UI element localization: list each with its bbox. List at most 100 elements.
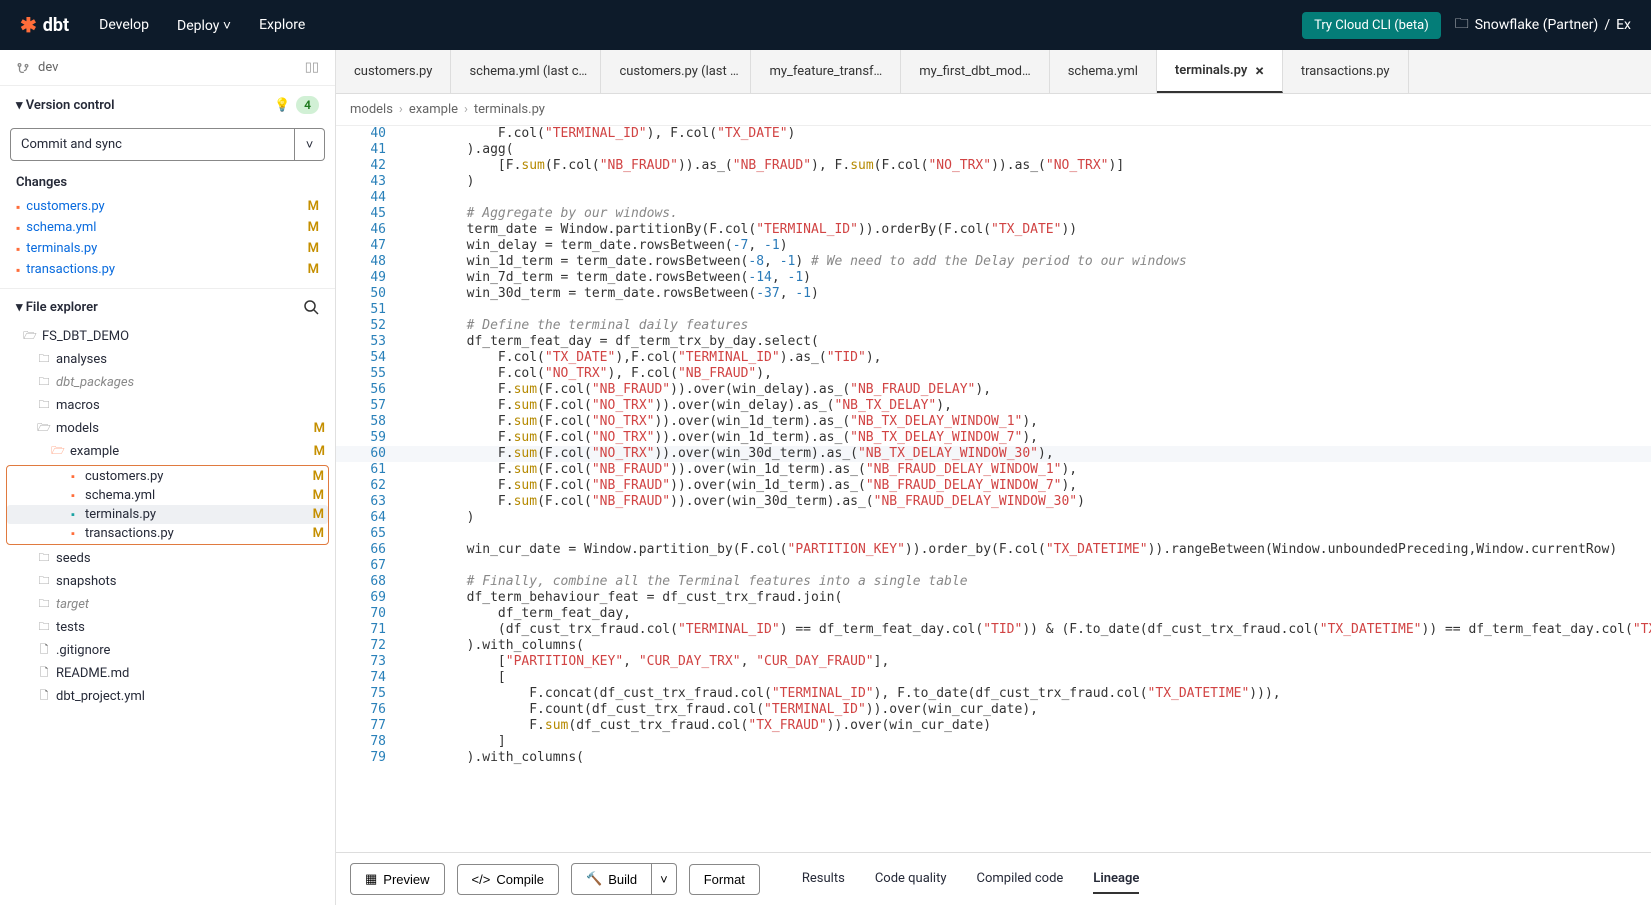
tree-folder-dbt-packages[interactable]: 🗀dbt_packages [6,371,329,394]
tree-folder-tests[interactable]: 🗀tests [6,616,329,639]
panel-toggle-icon[interactable]: ▯▯ [305,60,319,75]
code-line[interactable]: 60 F.sum(F.col("NO_TRX")).over(win_30d_t… [336,446,1651,462]
code-line[interactable]: 68 # Finally, combine all the Terminal f… [336,574,1651,590]
branch-selector[interactable]: dev ▯▯ [0,50,335,86]
code-line[interactable]: 50 win_30d_term = term_date.rowsBetween(… [336,286,1651,302]
tree-folder-example[interactable]: 🗁exampleM [6,440,329,463]
tree-file-dbt-project[interactable]: 🗋dbt_project.yml [6,685,329,708]
code-line[interactable]: 78 ] [336,734,1651,750]
lineage-tab[interactable]: Lineage [1093,865,1139,894]
code-line[interactable]: 51 [336,302,1651,318]
change-item[interactable]: ▪terminals.pyM [8,238,327,259]
code-editor[interactable]: 40 F.col("TERMINAL_ID"), F.col("TX_DATE"… [336,126,1651,852]
format-button[interactable]: Format [689,864,760,895]
tree-file-schema[interactable]: ▪schema.ymlM [7,486,328,505]
editor-tab[interactable]: terminals.py× [1157,50,1283,93]
code-line[interactable]: 62 F.sum(F.col("NB_FRAUD")).over(win_1d_… [336,478,1651,494]
editor-tab[interactable]: my_first_dbt_mod… [901,50,1049,93]
code-line[interactable]: 61 F.sum(F.col("NB_FRAUD")).over(win_1d_… [336,462,1651,478]
code-line[interactable]: 58 F.sum(F.col("NO_TRX")).over(win_1d_te… [336,414,1651,430]
compiled-code-tab[interactable]: Compiled code [977,865,1064,894]
breadcrumb[interactable]: models › example › terminals.py [336,94,1651,126]
code-line[interactable]: 52 # Define the terminal daily features [336,318,1651,334]
code-line[interactable]: 67 [336,558,1651,574]
close-icon[interactable]: × [1255,61,1264,80]
code-line[interactable]: 71 (df_cust_trx_fraud.col("TERMINAL_ID")… [336,622,1651,638]
code-line[interactable]: 72 ).with_columns( [336,638,1651,654]
change-item[interactable]: ▪transactions.pyM [8,259,327,280]
version-control-header[interactable]: ▾ Version control 💡 4 [0,86,335,124]
nav-deploy[interactable]: Deploy ˅ [177,17,231,34]
tree-folder-target[interactable]: 🗀target [6,593,329,616]
code-line[interactable]: 79 ).with_columns( [336,750,1651,766]
code-quality-tab[interactable]: Code quality [875,865,947,894]
code-line[interactable]: 43 ) [336,174,1651,190]
build-dropdown[interactable]: ˅ [652,863,677,895]
search-icon[interactable] [303,299,319,315]
editor-tab[interactable]: customers.py [336,50,451,93]
logo[interactable]: ✱ dbt [20,13,69,37]
editor-tab[interactable]: transactions.py [1283,50,1409,93]
commit-and-sync-button[interactable]: Commit and sync [10,128,295,161]
code-line[interactable]: 42 [F.sum(F.col("NB_FRAUD")).as_("NB_FRA… [336,158,1651,174]
tree-folder-snapshots[interactable]: 🗀snapshots [6,570,329,593]
code-line[interactable]: 59 F.sum(F.col("NO_TRX")).over(win_1d_te… [336,430,1651,446]
file-explorer-header[interactable]: ▾ File explorer [0,288,335,325]
editor-tab[interactable]: schema.yml (last c… [451,50,601,93]
tree-file-gitignore[interactable]: 🗋.gitignore [6,639,329,662]
try-cloud-cli-button[interactable]: Try Cloud CLI (beta) [1302,12,1441,39]
editor-tab[interactable]: schema.yml [1050,50,1157,93]
nav-develop[interactable]: Develop [99,17,149,34]
code-line[interactable]: 48 win_1d_term = term_date.rowsBetween(-… [336,254,1651,270]
code-line[interactable]: 75 F.concat(df_cust_trx_fraud.col("TERMI… [336,686,1651,702]
code-line[interactable]: 74 [ [336,670,1651,686]
build-button[interactable]: 🔨Build [571,863,652,895]
code-line[interactable]: 47 win_delay = term_date.rowsBetween(-7,… [336,238,1651,254]
code-line[interactable]: 70 df_term_feat_day, [336,606,1651,622]
lightbulb-icon[interactable]: 💡 [274,98,290,113]
code-line[interactable]: 66 win_cur_date = Window.partition_by(F.… [336,542,1651,558]
tree-file-terminals[interactable]: ▪terminals.pyM [7,505,328,524]
breadcrumb-example[interactable]: example [409,102,458,117]
tree-file-transactions[interactable]: ▪transactions.pyM [7,524,328,543]
tree-file-readme[interactable]: 🗋README.md [6,662,329,685]
results-tab[interactable]: Results [802,865,845,894]
line-number: 66 [360,542,400,558]
code-line[interactable]: 76 F.count(df_cust_trx_fraud.col("TERMIN… [336,702,1651,718]
code-line[interactable]: 44 [336,190,1651,206]
tree-folder-macros[interactable]: 🗀macros [6,394,329,417]
compile-button[interactable]: </>Compile [457,864,559,895]
code-line[interactable]: 73 ["PARTITION_KEY", "CUR_DAY_TRX", "CUR… [336,654,1651,670]
code-line[interactable]: 63 F.sum(F.col("NB_FRAUD")).over(win_30d… [336,494,1651,510]
breadcrumb-file[interactable]: terminals.py [474,102,545,117]
code-line[interactable]: 54 F.col("TX_DATE"),F.col("TERMINAL_ID")… [336,350,1651,366]
code-line[interactable]: 77 F.sum(df_cust_trx_fraud.col("TX_FRAUD… [336,718,1651,734]
breadcrumb-models[interactable]: models [350,102,393,117]
preview-button[interactable]: ▦Preview [350,863,445,895]
code-line[interactable]: 46 term_date = Window.partitionBy(F.col(… [336,222,1651,238]
change-item[interactable]: ▪customers.pyM [8,196,327,217]
code-line[interactable]: 41 ).agg( [336,142,1651,158]
code-line[interactable]: 69 df_term_behaviour_feat = df_cust_trx_… [336,590,1651,606]
code-line[interactable]: 45 # Aggregate by our windows. [336,206,1651,222]
code-line[interactable]: 64 ) [336,510,1651,526]
code-line[interactable]: 40 F.col("TERMINAL_ID"), F.col("TX_DATE"… [336,126,1651,142]
tree-folder-analyses[interactable]: 🗀analyses [6,348,329,371]
editor-tab[interactable]: customers.py (last … [601,50,751,93]
code-line[interactable]: 56 F.sum(F.col("NB_FRAUD")).over(win_del… [336,382,1651,398]
tree-folder-models[interactable]: 🗁modelsM [6,417,329,440]
code-line[interactable]: 57 F.sum(F.col("NO_TRX")).over(win_delay… [336,398,1651,414]
code-line[interactable]: 49 win_7d_term = term_date.rowsBetween(-… [336,270,1651,286]
partner-badge[interactable]: 🗀 Snowflake (Partner) / Ex [1455,13,1631,37]
editor-tab[interactable]: my_feature_transf… [751,50,901,93]
tree-folder-root[interactable]: 🗁FS_DBT_DEMO [6,325,329,348]
code-line[interactable]: 53 df_term_feat_day = df_term_trx_by_day… [336,334,1651,350]
tree-file-customers[interactable]: ▪customers.pyM [7,467,328,486]
nav-explore[interactable]: Explore [259,17,305,34]
code-line[interactable]: 55 F.col("NO_TRX"), F.col("NB_FRAUD"), [336,366,1651,382]
change-item[interactable]: ▪schema.ymlM [8,217,327,238]
commit-dropdown[interactable]: ˅ [295,128,325,161]
tree-folder-seeds[interactable]: 🗀seeds [6,547,329,570]
file-icon: 🗋 [36,641,52,660]
code-line[interactable]: 65 [336,526,1651,542]
